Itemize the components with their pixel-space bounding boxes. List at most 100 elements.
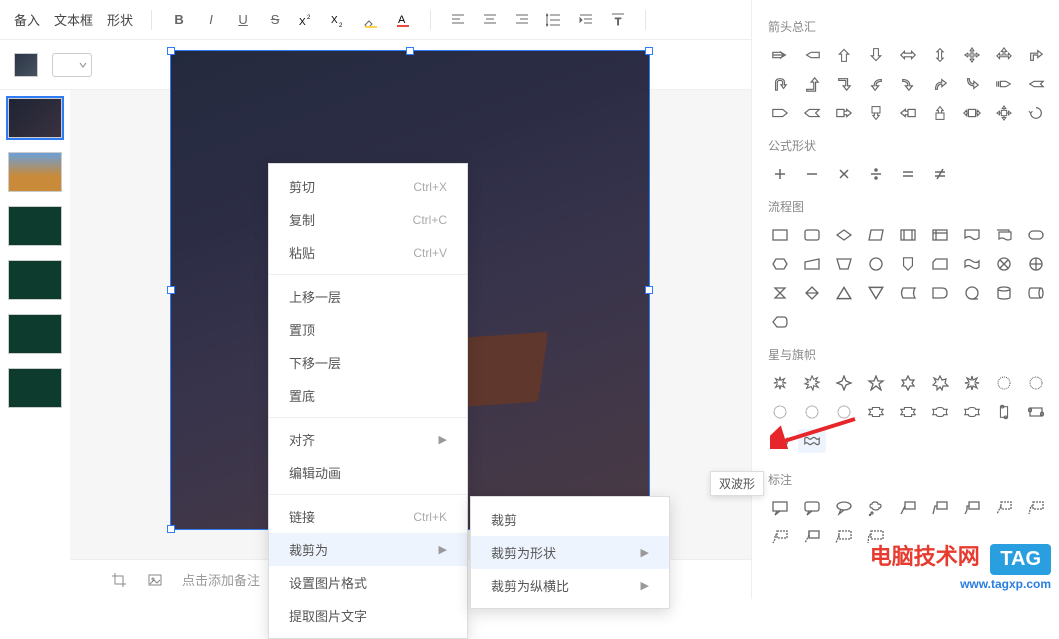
callout-round-icon[interactable] [798,496,826,520]
arrow-chevron-icon[interactable] [798,101,826,125]
callout-accent2-icon[interactable] [1022,496,1050,520]
arrow-quad-icon[interactable] [958,43,986,67]
arrow-pentagon-icon[interactable] [766,101,794,125]
callout-oval-icon[interactable] [830,496,858,520]
flow-card-icon[interactable] [926,252,954,276]
flow-summing-icon[interactable] [990,252,1018,276]
layout-dropdown[interactable] [52,53,92,77]
star7-icon[interactable] [926,371,954,395]
menu-image-format[interactable]: 设置图片格式 [269,566,467,599]
multiply-icon[interactable] [830,162,858,186]
slide-layout-thumb[interactable] [14,53,38,77]
arrow-callout-lr-icon[interactable] [958,101,986,125]
highlight-icon[interactable] [362,11,380,29]
star16-icon[interactable] [766,400,794,424]
star24-icon[interactable] [798,400,826,424]
flow-terminator-icon[interactable] [1022,223,1050,247]
minus-icon[interactable] [798,162,826,186]
double-wave-icon[interactable] [798,429,826,453]
flow-or-icon[interactable] [1022,252,1050,276]
explosion1-icon[interactable] [766,371,794,395]
flow-offpage-icon[interactable] [894,252,922,276]
callout-border2-icon[interactable] [830,525,858,549]
arrow-uturn-icon[interactable] [766,72,794,96]
flow-tape-icon[interactable] [958,252,986,276]
callout-line1-icon[interactable] [894,496,922,520]
align-right-icon[interactable] [513,11,531,29]
notes-placeholder[interactable]: 点击添加备注 [182,570,260,589]
arrow-callout-up-icon[interactable] [926,101,954,125]
flow-multidoc-icon[interactable] [990,223,1018,247]
flow-delay-icon[interactable] [926,281,954,305]
arrow-notched-icon[interactable] [1022,72,1050,96]
flow-collate-icon[interactable] [766,281,794,305]
callout-line2-icon[interactable] [926,496,954,520]
explosion2-icon[interactable] [798,371,826,395]
arrow-curve-down-icon[interactable] [958,72,986,96]
slide-thumb-2[interactable] [8,152,62,192]
callout-cloud-icon[interactable] [862,496,890,520]
arrow-right-icon[interactable] [766,43,794,67]
ribbon-curved-up-icon[interactable] [926,400,954,424]
flow-display-icon[interactable] [766,310,794,334]
equals-icon[interactable] [894,162,922,186]
crop-tool-icon[interactable] [110,571,128,589]
italic-icon[interactable]: I [202,11,220,29]
arrow-callout-down-icon[interactable] [862,101,890,125]
arrow-updown-icon[interactable] [926,43,954,67]
star12-icon[interactable] [1022,371,1050,395]
flow-decision-icon[interactable] [830,223,858,247]
callout-line3-icon[interactable] [958,496,986,520]
resize-handle[interactable] [645,47,653,55]
ribbon-curved-down-icon[interactable] [958,400,986,424]
arrow-corner-up-icon[interactable] [798,72,826,96]
menu-link[interactable]: 链接Ctrl+K [269,500,467,533]
menu-paste[interactable]: 粘贴Ctrl+V [269,236,467,269]
resize-handle[interactable] [645,286,653,294]
wave-icon[interactable] [766,429,794,453]
slide-thumb-3[interactable] [8,206,62,246]
tab-shape[interactable]: 形状 [107,10,133,29]
arrow-up-icon[interactable] [830,43,858,67]
flow-merge-icon[interactable] [862,281,890,305]
submenu-crop-ratio[interactable]: 裁剪为纵横比▶ [471,569,669,602]
divide-icon[interactable] [862,162,890,186]
arrow-curve-right-icon[interactable] [894,72,922,96]
callout-border1-icon[interactable] [798,525,826,549]
star10-icon[interactable] [990,371,1018,395]
slide-thumb-5[interactable] [8,314,62,354]
flow-alt-process-icon[interactable] [798,223,826,247]
flow-stored-icon[interactable] [894,281,922,305]
underline-icon[interactable]: U [234,11,252,29]
not-equal-icon[interactable] [926,162,954,186]
resize-handle[interactable] [167,47,175,55]
resize-handle[interactable] [167,525,175,533]
arrow-left-icon[interactable] [798,43,826,67]
indent-icon[interactable] [577,11,595,29]
menu-cut[interactable]: 剪切Ctrl+X [269,170,467,203]
resize-handle[interactable] [167,286,175,294]
arrow-corner-down-icon[interactable] [830,72,858,96]
ribbon-down-icon[interactable] [894,400,922,424]
menu-crop-as[interactable]: 裁剪为▶ [269,533,467,566]
star8-icon[interactable] [958,371,986,395]
callout-rect-icon[interactable] [766,496,794,520]
scroll-vert-icon[interactable] [990,400,1018,424]
arrow-down-icon[interactable] [862,43,890,67]
resize-handle[interactable] [406,47,414,55]
arrow-callout-quad-icon[interactable] [990,101,1018,125]
slide-thumb-4[interactable] [8,260,62,300]
menu-copy[interactable]: 复制Ctrl+C [269,203,467,236]
strike-icon[interactable]: S [266,11,284,29]
menu-align[interactable]: 对齐▶ [269,423,467,456]
font-color-icon[interactable]: A [394,11,412,29]
vertical-align-icon[interactable]: T [609,11,627,29]
arrow-curve-left-icon[interactable] [862,72,890,96]
star4-icon[interactable] [830,371,858,395]
arrow-callout-left-icon[interactable] [894,101,922,125]
arrow-leftright-icon[interactable] [894,43,922,67]
superscript-icon[interactable]: X2 [298,11,316,29]
arrow-circular-icon[interactable] [1022,101,1050,125]
star6-icon[interactable] [894,371,922,395]
flow-data-icon[interactable] [862,223,890,247]
